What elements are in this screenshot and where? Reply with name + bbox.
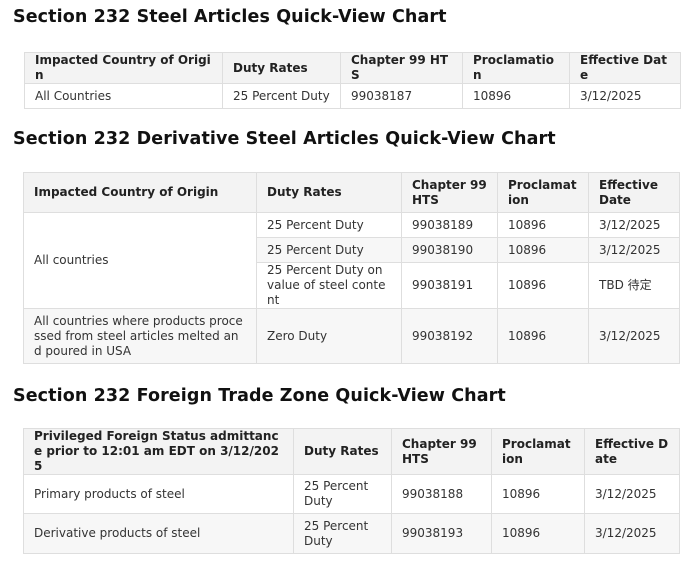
cell-proclamation: 10896 — [462, 83, 570, 109]
table-header-row: Impacted Country of Origin Duty Rates Ch… — [24, 52, 681, 84]
cell-proclamation: 10896 — [497, 262, 589, 309]
header-hts: Chapter 99 HTS — [391, 428, 492, 475]
cell-hts: 99038191 — [401, 262, 498, 309]
header-proclamation: Proclamation — [497, 172, 589, 213]
cell-effective-date: TBD 待定 — [588, 262, 680, 309]
cell-proclamation: 10896 — [497, 237, 589, 263]
cell-country-group: All countries — [23, 212, 257, 309]
cell-hts: 99038190 — [401, 237, 498, 263]
header-proclamation: Proclamation — [491, 428, 585, 475]
section-2-title: Section 232 Derivative Steel Articles Qu… — [13, 129, 556, 149]
cell-duty-rate: 25 Percent Duty — [293, 474, 392, 514]
foreign-trade-zone-table: Privileged Foreign Status admittance pri… — [23, 428, 680, 554]
cell-hts: 99038189 — [401, 212, 498, 238]
cell-country: All countries where products processed f… — [23, 308, 257, 364]
header-proclamation: Proclamation — [462, 52, 570, 84]
cell-proclamation: 10896 — [491, 513, 585, 554]
cell-duty-rate: Zero Duty — [256, 308, 402, 364]
header-effective-date: Effective Date — [588, 172, 680, 213]
cell-effective-date: 3/12/2025 — [588, 308, 680, 364]
cell-duty-rate: 25 Percent Duty — [256, 212, 402, 238]
steel-articles-table: Impacted Country of Origin Duty Rates Ch… — [24, 52, 681, 109]
table-row: All countries where products processed f… — [23, 308, 680, 364]
cell-duty-rate: 25 Percent Duty on value of steel conten… — [256, 262, 402, 309]
cell-hts: 99038192 — [401, 308, 498, 364]
cell-proclamation: 10896 — [497, 212, 589, 238]
cell-duty-rate: 25 Percent Duty — [222, 83, 341, 109]
section-1-title: Section 232 Steel Articles Quick-View Ch… — [13, 7, 447, 27]
table-header-row: Impacted Country of Origin Duty Rates Ch… — [23, 172, 680, 213]
cell-hts: 99038193 — [391, 513, 492, 554]
table-header-row: Privileged Foreign Status admittance pri… — [23, 428, 680, 475]
cell-effective-date: 3/12/2025 — [584, 474, 680, 514]
cell-hts: 99038187 — [340, 83, 463, 109]
table-row: Primary products of steel 25 Percent Dut… — [23, 474, 680, 514]
cell-effective-date: 3/12/2025 — [588, 212, 680, 238]
derivative-steel-table: Impacted Country of Origin Duty Rates Ch… — [23, 172, 680, 364]
table-row: Derivative products of steel 25 Percent … — [23, 513, 680, 554]
header-duty-rates: Duty Rates — [222, 52, 341, 84]
cell-country: All Countries — [24, 83, 223, 109]
cell-proclamation: 10896 — [497, 308, 589, 364]
header-hts: Chapter 99 HTS — [340, 52, 463, 84]
section-3-title: Section 232 Foreign Trade Zone Quick-Vie… — [13, 386, 506, 406]
cell-product: Derivative products of steel — [23, 513, 294, 554]
header-effective-date: Effective Date — [584, 428, 680, 475]
cell-hts: 99038188 — [391, 474, 492, 514]
header-duty-rates: Duty Rates — [293, 428, 392, 475]
header-effective-date: Effective Date — [569, 52, 681, 84]
cell-duty-rate: 25 Percent Duty — [293, 513, 392, 554]
header-status: Privileged Foreign Status admittance pri… — [23, 428, 294, 475]
header-hts: Chapter 99 HTS — [401, 172, 498, 213]
cell-effective-date: 3/12/2025 — [584, 513, 680, 554]
header-country: Impacted Country of Origin — [24, 52, 223, 84]
table-row: All countries 25 Percent Duty 99038189 1… — [23, 212, 680, 309]
header-duty-rates: Duty Rates — [256, 172, 402, 213]
cell-product: Primary products of steel — [23, 474, 294, 514]
cell-effective-date: 3/12/2025 — [569, 83, 681, 109]
cell-effective-date: 3/12/2025 — [588, 237, 680, 263]
cell-duty-rate: 25 Percent Duty — [256, 237, 402, 263]
table-row: All Countries 25 Percent Duty 99038187 1… — [24, 83, 681, 109]
cell-proclamation: 10896 — [491, 474, 585, 514]
header-country: Impacted Country of Origin — [23, 172, 257, 213]
